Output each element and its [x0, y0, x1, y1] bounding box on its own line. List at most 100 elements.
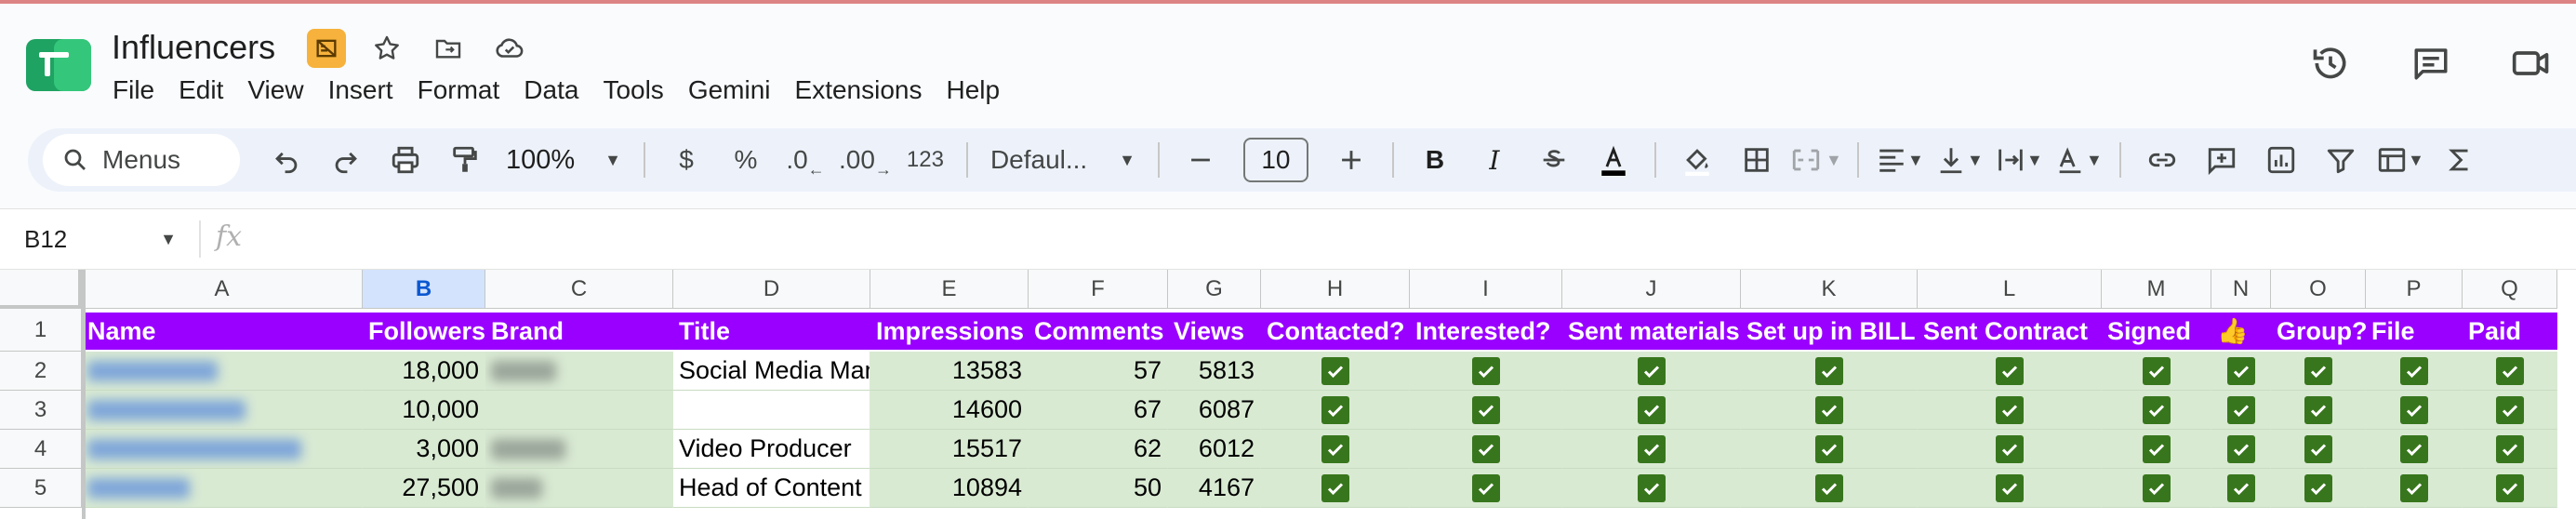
cell-checkbox[interactable]	[2463, 391, 2557, 430]
filter-icon[interactable]	[2315, 134, 2367, 186]
star-icon[interactable]	[366, 28, 407, 69]
cell-impressions[interactable]: 10894	[870, 469, 1029, 508]
print-icon[interactable]	[379, 134, 432, 186]
cell-checkbox[interactable]	[2211, 352, 2271, 391]
column-header-k[interactable]: K	[1741, 270, 1918, 309]
column-header-i[interactable]: I	[1410, 270, 1562, 309]
text-wrapping-icon[interactable]: ▼	[1993, 134, 2045, 186]
cell-checkbox[interactable]	[1261, 430, 1410, 469]
select-all-corner[interactable]	[0, 270, 82, 309]
row-header-3[interactable]: 3	[0, 391, 82, 430]
checkbox-checked-icon[interactable]	[2304, 356, 2332, 385]
decrease-font-size-icon[interactable]	[1175, 134, 1227, 186]
column-header-m[interactable]: M	[2102, 270, 2211, 309]
insert-link-icon[interactable]	[2136, 134, 2188, 186]
cell-checkbox[interactable]	[2366, 469, 2463, 508]
header-cell[interactable]: File	[2366, 313, 2463, 350]
cell-impressions[interactable]: 14600	[870, 391, 1029, 430]
functions-icon[interactable]	[2434, 134, 2486, 186]
column-header-c[interactable]: C	[485, 270, 673, 309]
checkbox-checked-icon[interactable]	[1814, 395, 1843, 424]
horizontal-align-icon[interactable]: ▼	[1874, 134, 1926, 186]
column-header-h[interactable]: H	[1261, 270, 1410, 309]
checkbox-checked-icon[interactable]	[2304, 395, 2332, 424]
menu-file[interactable]: File	[100, 71, 166, 110]
cell-views[interactable]: 6012	[1168, 430, 1261, 469]
more-formats-button[interactable]: 123	[899, 134, 951, 186]
column-header-l[interactable]: L	[1918, 270, 2102, 309]
cell-checkbox[interactable]	[2211, 469, 2271, 508]
bold-button[interactable]: B	[1409, 134, 1461, 186]
cell-views[interactable]: 4167	[1168, 469, 1261, 508]
cell-impressions[interactable]: 13583	[870, 352, 1029, 391]
cell-brand[interactable]	[485, 352, 673, 391]
header-cell[interactable]: Name	[82, 313, 363, 350]
undo-icon[interactable]	[260, 134, 312, 186]
cell-checkbox[interactable]	[2463, 469, 2557, 508]
header-cell[interactable]: Comments	[1029, 313, 1168, 350]
cell-impressions[interactable]: 15517	[870, 430, 1029, 469]
checkbox-checked-icon[interactable]	[1814, 473, 1843, 502]
cell-checkbox[interactable]	[2102, 469, 2211, 508]
text-color-icon[interactable]	[1587, 134, 1640, 186]
cell-checkbox[interactable]	[1562, 352, 1741, 391]
cell-title[interactable]: Social Media Manager	[673, 352, 870, 391]
checkbox-checked-icon[interactable]	[2226, 473, 2255, 502]
menu-tools[interactable]: Tools	[591, 71, 675, 110]
cell-name[interactable]	[82, 352, 363, 391]
cell-title[interactable]	[673, 391, 870, 430]
zoom-select[interactable]: 100% ▼	[498, 134, 629, 186]
row-header-1[interactable]: 1	[0, 309, 82, 352]
cell-checkbox[interactable]	[2271, 469, 2366, 508]
cell-brand[interactable]	[485, 469, 673, 508]
menu-data[interactable]: Data	[511, 71, 591, 110]
header-cell[interactable]: Interested?	[1410, 313, 1562, 350]
cell-checkbox[interactable]	[1918, 352, 2102, 391]
menu-edit[interactable]: Edit	[166, 71, 235, 110]
cell-comments[interactable]: 50	[1029, 469, 1168, 508]
column-header-f[interactable]: F	[1029, 270, 1168, 309]
version-history-icon[interactable]	[2304, 37, 2357, 89]
cell-checkbox[interactable]	[1410, 430, 1562, 469]
header-cell[interactable]: Title	[673, 313, 870, 350]
checkbox-checked-icon[interactable]	[1814, 434, 1843, 463]
merge-cells-icon[interactable]: ▼	[1790, 134, 1842, 186]
font-select[interactable]: Defaul... ▼	[983, 134, 1143, 186]
cell-checkbox[interactable]	[2271, 391, 2366, 430]
cell-checkbox[interactable]	[2463, 352, 2557, 391]
checkbox-checked-icon[interactable]	[2142, 356, 2171, 385]
cell-checkbox[interactable]	[1918, 391, 2102, 430]
italic-button[interactable]: I	[1468, 134, 1520, 186]
header-cell[interactable]: Sent Contract	[1918, 313, 2102, 350]
column-header-n[interactable]: N	[2211, 270, 2271, 309]
cell-title[interactable]: Head of Content	[673, 469, 870, 508]
checkbox-checked-icon[interactable]	[2226, 395, 2255, 424]
cell-checkbox[interactable]	[1918, 430, 2102, 469]
header-cell[interactable]: Group?	[2271, 313, 2366, 350]
redo-icon[interactable]	[320, 134, 372, 186]
move-folder-icon[interactable]	[428, 28, 469, 69]
decrease-decimal-button[interactable]: .0 ←	[779, 134, 831, 186]
checkbox-checked-icon[interactable]	[1471, 356, 1500, 385]
header-cell[interactable]: Brand	[485, 313, 673, 350]
column-header-p[interactable]: P	[2366, 270, 2463, 309]
header-cell[interactable]: Views	[1168, 313, 1261, 350]
menu-help[interactable]: Help	[934, 71, 1012, 110]
cell-checkbox[interactable]	[1918, 469, 2102, 508]
checkbox-checked-icon[interactable]	[1471, 395, 1500, 424]
format-percent-button[interactable]: %	[720, 134, 772, 186]
column-header-g[interactable]: G	[1168, 270, 1261, 309]
row-header-4[interactable]: 4	[0, 430, 82, 469]
header-cell[interactable]: 👍	[2211, 313, 2271, 350]
cloud-saved-icon[interactable]	[489, 28, 530, 69]
cell-checkbox[interactable]	[2271, 352, 2366, 391]
insert-comment-icon[interactable]	[2196, 134, 2248, 186]
cell-checkbox[interactable]	[2366, 352, 2463, 391]
cell-checkbox[interactable]	[2102, 391, 2211, 430]
freeze-divider[interactable]	[82, 270, 86, 519]
cell-checkbox[interactable]	[1741, 352, 1918, 391]
cell-checkbox[interactable]	[2463, 430, 2557, 469]
checkbox-checked-icon[interactable]	[2495, 395, 2524, 424]
meet-video-icon[interactable]	[2505, 37, 2557, 89]
menu-gemini[interactable]: Gemini	[676, 71, 783, 110]
